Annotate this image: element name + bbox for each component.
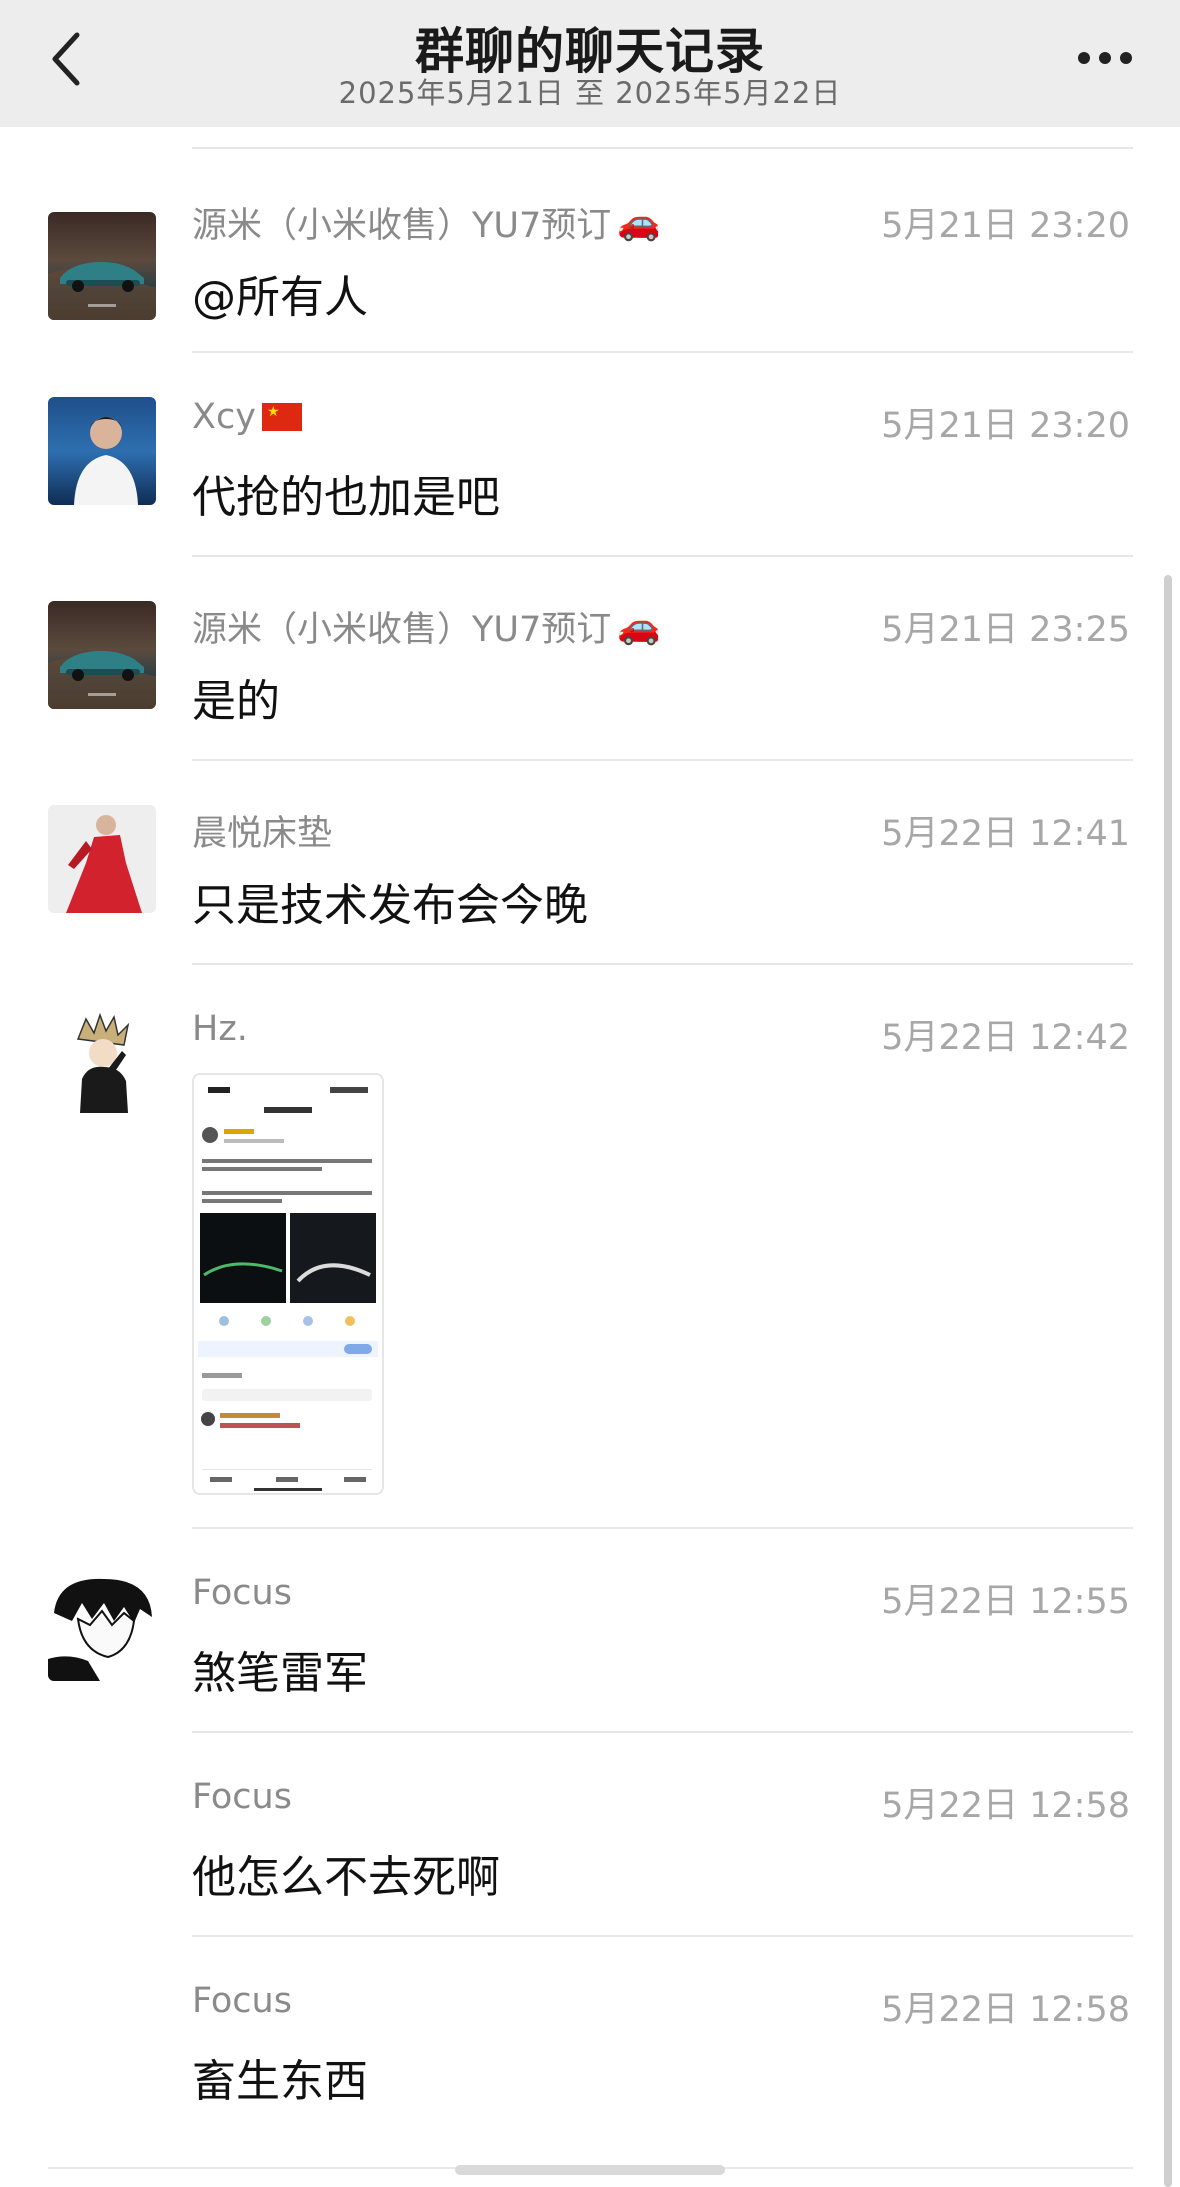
sender-name: Focus [192, 1573, 292, 1613]
anime-character-icon [76, 1012, 130, 1113]
sender-label: 源米（小米收售）YU7预订 [192, 610, 612, 650]
date-range: 2025年5月21日 至 2025年5月22日 [338, 76, 842, 110]
sender-name: 源米（小米收售）YU7预订 🚗 [192, 197, 661, 248]
car-emoji-icon: 🚗 [617, 607, 661, 647]
sender-name: Xcy ★ [192, 397, 302, 437]
message-time: 5月21日 23:20 [881, 406, 1130, 446]
sender-name: 晨悦床垫 [192, 805, 332, 856]
message-time: 5月22日 12:58 [881, 1990, 1130, 2030]
screenshot-image[interactable] [192, 1073, 384, 1495]
more-dots-icon [1078, 52, 1132, 64]
sender-label: Hz. [192, 1009, 248, 1049]
more-button[interactable] [1070, 36, 1140, 80]
flag-star-icon: ★ [266, 404, 280, 420]
sender-label: Focus [192, 1981, 292, 2021]
message-text: 煞笔雷军 [192, 1648, 368, 1699]
message-time: 5月21日 23:20 [881, 206, 1130, 246]
avatar[interactable] [48, 1009, 156, 1117]
message-item[interactable]: Focus 5月22日 12:55 煞笔雷军 [0, 1527, 1180, 1731]
message-text: 他怎么不去死啊 [192, 1852, 500, 1903]
message-item[interactable]: 源米（小米收售）YU7预订 🚗 5月21日 23:20 @所有人 [0, 147, 1180, 351]
chat-history-header: 群聊的聊天记录 2025年5月21日 至 2025年5月22日 [0, 0, 1180, 127]
sender-name: Focus [192, 1981, 292, 2021]
message-time: 5月22日 12:42 [881, 1018, 1130, 1058]
message-item[interactable]: 源米（小米收售）YU7预订 🚗 5月21日 23:25 是的 [0, 555, 1180, 759]
home-indicator [455, 2165, 725, 2175]
avatar[interactable] [48, 1573, 156, 1681]
woman-red-dress-icon [66, 814, 142, 913]
message-text: 只是技术发布会今晚 [192, 880, 588, 931]
message-time: 5月22日 12:41 [881, 814, 1130, 854]
person-photo-icon [74, 417, 138, 505]
message-item[interactable]: Xcy ★ 5月21日 23:20 代抢的也加是吧 [0, 351, 1180, 555]
message-time: 5月22日 12:58 [881, 1786, 1130, 1826]
message-text: 畜生东西 [192, 2056, 368, 2107]
message-time: 5月22日 12:55 [881, 1582, 1130, 1622]
weibo-screenshot-thumbnail [194, 1075, 382, 1493]
message-text: 代抢的也加是吧 [192, 472, 500, 523]
message-item[interactable]: 晨悦床垫 5月22日 12:41 只是技术发布会今晚 [0, 759, 1180, 963]
message-list[interactable]: 源米（小米收售）YU7预订 🚗 5月21日 23:20 @所有人 Xcy ★ 5… [0, 127, 1180, 2187]
message-item[interactable]: Focus 5月22日 12:58 畜生东西 [0, 1935, 1180, 2139]
message-item[interactable]: Hz. 5月22日 12:42 [0, 963, 1180, 1535]
avatar[interactable] [48, 601, 156, 709]
avatar[interactable] [48, 397, 156, 505]
message-item[interactable]: Focus 5月22日 12:58 他怎么不去死啊 [0, 1731, 1180, 1935]
sender-name: 源米（小米收售）YU7预订 🚗 [192, 601, 661, 652]
car-emoji-icon: 🚗 [617, 203, 661, 243]
sender-label: Focus [192, 1573, 292, 1613]
sender-name: Hz. [192, 1009, 248, 1049]
sender-name: Focus [192, 1777, 292, 1817]
manga-boy-icon [48, 1578, 152, 1681]
sender-label: 晨悦床垫 [192, 814, 333, 854]
avatar[interactable] [48, 805, 156, 913]
message-time: 5月21日 23:25 [881, 610, 1130, 650]
sender-label: Focus [192, 1777, 292, 1817]
sender-label: 源米（小米收售）YU7预订 [192, 206, 612, 246]
car-photo-icon [48, 650, 156, 709]
china-flag-icon: ★ [261, 403, 302, 431]
scrollbar[interactable] [1164, 575, 1172, 2187]
avatar[interactable] [48, 212, 156, 320]
message-text: @所有人 [192, 272, 368, 323]
sender-label: Xcy [192, 397, 256, 437]
message-text: 是的 [192, 676, 280, 727]
car-photo-icon [48, 261, 156, 320]
